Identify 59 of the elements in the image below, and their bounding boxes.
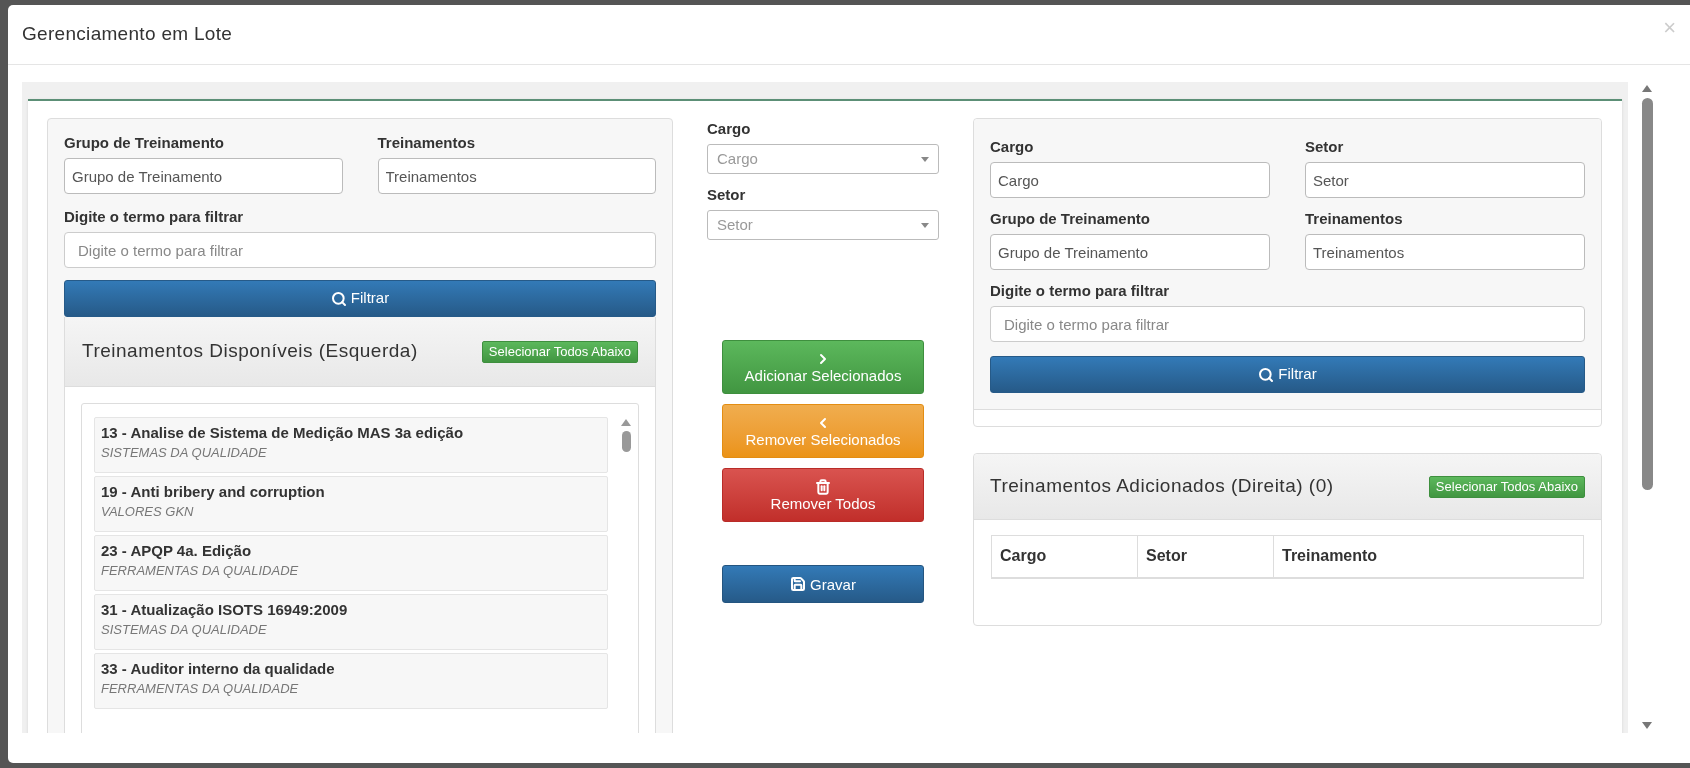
modal-title: Gerenciamento em Lote [22, 22, 233, 47]
panel-title: Treinamentos Adicionados (Direita) (0) [990, 474, 1334, 499]
scroll-down-arrow-icon[interactable] [1642, 722, 1652, 729]
trash-icon [815, 478, 831, 495]
training-category: VALORES GKN [101, 503, 195, 521]
input-field[interactable]: Treinamentos [1305, 234, 1585, 270]
column-header: Setor [1137, 535, 1274, 578]
training-item[interactable]: 13 - Analise de Sistema de Medição MAS 3a edição SISTEMAS DA QUALIDADE [94, 417, 608, 473]
input-field[interactable]: Treinamentos [377, 158, 656, 194]
search-icon [1258, 366, 1275, 383]
training-title: 33 - Auditor interno da qualidade [101, 659, 336, 679]
field-label: Setor [707, 186, 747, 204]
input-field[interactable]: Grupo de Treinamento [64, 158, 343, 194]
field-label: Digite o termo para filtrar [64, 208, 245, 226]
action-button[interactable]: Remover Todos [722, 468, 924, 522]
input-field[interactable]: Cargo [990, 162, 1270, 198]
training-title: 31 - Atualização ISOTS 16949:2009 [101, 600, 349, 620]
search-field[interactable]: Digite o termo para filtrar [990, 306, 1585, 342]
search-field[interactable]: Digite o termo para filtrar [64, 232, 656, 268]
training-category: SISTEMAS DA QUALIDADE [101, 621, 268, 639]
filter-button[interactable]: Filtrar [990, 356, 1585, 393]
action-button[interactable]: Adicionar Selecionados [722, 340, 924, 394]
training-category: FERRAMENTAS DA QUALIDADE [101, 680, 300, 698]
training-item[interactable]: 23 - APQP 4a. Edição FERRAMENTAS DA QUALIDADE [94, 535, 608, 591]
caret-icon [921, 222, 929, 228]
input-field[interactable]: Grupo de Treinamento [990, 234, 1270, 270]
filter-button[interactable]: Filtrar [64, 280, 656, 317]
training-item[interactable]: 31 - Atualização ISOTS 16949:2009 SISTEMAS DA QUALIDADE [94, 594, 608, 650]
field-label: Setor [1305, 138, 1345, 156]
scrollbar-thumb[interactable] [1641, 98, 1653, 490]
field-label: Grupo de Treinamento [64, 134, 226, 152]
field-label: Grupo de Treinamento [990, 210, 1152, 228]
scrollbar-thumb[interactable] [621, 431, 631, 452]
scroll-up-arrow-icon[interactable] [621, 419, 631, 426]
field-label: Treinamentos [1305, 210, 1404, 228]
caret-icon [921, 156, 929, 162]
field-label: Treinamentos [377, 134, 477, 152]
training-item[interactable]: 19 - Anti bribery and corruption VALORES GKN [94, 476, 608, 532]
input-field[interactable]: Setor [1305, 162, 1585, 198]
training-title: 19 - Anti bribery and corruption [101, 482, 326, 502]
field-label: Cargo [990, 138, 1035, 156]
training-category: FERRAMENTAS DA QUALIDADE [101, 562, 300, 580]
scroll-up-arrow-icon[interactable] [1642, 85, 1652, 92]
field-label: Digite o termo para filtrar [990, 282, 1171, 300]
save-icon [790, 576, 807, 592]
field-label: Cargo [707, 120, 752, 138]
action-button[interactable]: Gravar [722, 565, 924, 603]
select-dropdown[interactable]: Setor [707, 210, 939, 240]
select-all-button[interactable]: Selecionar Todos Abaixo [481, 340, 638, 363]
training-title: 13 - Analise de Sistema de Medição MAS 3a edição [101, 423, 465, 443]
training-title: 23 - APQP 4a. Edição [101, 541, 253, 561]
search-icon [330, 290, 347, 307]
training-item[interactable]: 33 - Auditor interno da qualidade FERRAMENTAS DA QUALIDADE [94, 653, 608, 709]
training-category: SISTEMAS DA QUALIDADE [101, 444, 268, 462]
select-dropdown[interactable]: Cargo [707, 144, 939, 174]
column-header: Treinamento [1273, 535, 1584, 578]
column-header: Cargo [991, 535, 1138, 578]
panel-title: Treinamentos Disponíveis (Esquerda) [82, 339, 418, 364]
select-all-button[interactable]: Selecionar Todos Abaixo [1428, 475, 1585, 498]
